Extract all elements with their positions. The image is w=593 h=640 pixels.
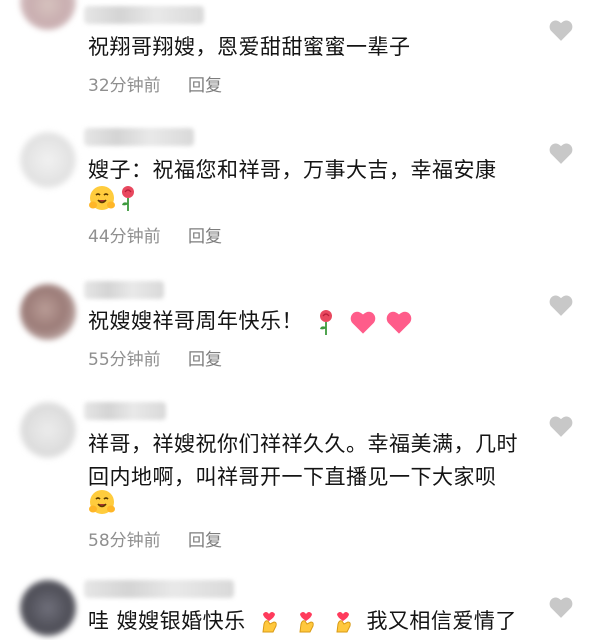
- finger-heart-emoji-icon: [294, 608, 318, 636]
- avatar[interactable]: [20, 402, 76, 458]
- username[interactable]: [84, 281, 164, 299]
- avatar[interactable]: [20, 284, 76, 340]
- hug-emoji-icon: [88, 488, 116, 516]
- comment-text-line: 祥哥，祥嫂祝你们祥祥久久。幸福美满，几时: [88, 432, 518, 456]
- username[interactable]: [84, 580, 234, 598]
- timestamp: 32分钟前: [88, 76, 161, 96]
- heart-emoji-icon: [385, 309, 413, 335]
- like-heart-icon[interactable]: [548, 414, 574, 438]
- comment-text: 嫂子：祝福您和祥哥，万事大吉，幸福安康: [88, 154, 523, 187]
- hug-emoji-icon: [88, 184, 116, 212]
- avatar[interactable]: [20, 0, 76, 30]
- comment-text: 祝翔哥翔嫂，恩爱甜甜蜜蜜一辈子: [88, 31, 523, 64]
- comment-feed: 祝翔哥翔嫂，恩爱甜甜蜜蜜一辈子 32分钟前 回复 嫂子：祝福您和祥哥，万事大吉，…: [0, 0, 593, 640]
- comment-meta: 44分钟前 回复: [88, 222, 222, 247]
- username[interactable]: [84, 128, 194, 146]
- rose-emoji-icon: [316, 308, 336, 336]
- avatar[interactable]: [20, 580, 76, 636]
- timestamp: 55分钟前: [88, 350, 161, 370]
- username[interactable]: [84, 402, 166, 420]
- timestamp: 44分钟前: [88, 227, 161, 247]
- finger-heart-emoji-icon: [331, 608, 355, 636]
- comment-text-line: 祝嫂嫂祥哥周年快乐！: [88, 309, 303, 333]
- reply-button[interactable]: 回复: [188, 350, 222, 370]
- like-heart-icon[interactable]: [548, 293, 574, 317]
- comment-text-tail: 我又相信爱情了: [366, 609, 517, 633]
- comment-text: 祝嫂嫂祥哥周年快乐！: [88, 305, 523, 338]
- reply-button[interactable]: 回复: [188, 531, 222, 551]
- rose-emoji-icon: [118, 184, 138, 212]
- comment-meta: 58分钟前 回复: [88, 526, 222, 551]
- comment-text: 哇 嫂嫂银婚快乐 我又相信爱情了: [88, 605, 523, 638]
- finger-heart-emoji-icon: [257, 608, 281, 636]
- comment-text-line: 嫂子：祝福您和祥哥，万事大吉，幸福安康: [88, 158, 497, 182]
- comment-meta: 32分钟前 回复: [88, 71, 222, 96]
- heart-emoji-icon: [349, 309, 377, 335]
- comment-text-line: 祝翔哥翔嫂，恩爱甜甜蜜蜜一辈子: [88, 35, 411, 59]
- comment-text: 祥哥，祥嫂祝你们祥祥久久。幸福美满，几时 回内地啊，叫祥哥开一下直播见一下大家呗: [88, 428, 523, 494]
- like-heart-icon[interactable]: [548, 141, 574, 165]
- avatar[interactable]: [20, 132, 76, 188]
- reply-button[interactable]: 回复: [188, 76, 222, 96]
- like-heart-icon[interactable]: [548, 18, 574, 42]
- comment-text-line: 哇 嫂嫂银婚快乐: [88, 609, 246, 633]
- reply-button[interactable]: 回复: [188, 227, 222, 247]
- username[interactable]: [84, 6, 204, 24]
- comment-text-line: 回内地啊，叫祥哥开一下直播见一下大家呗: [88, 465, 497, 489]
- emoji-row: [88, 183, 138, 213]
- timestamp: 58分钟前: [88, 531, 161, 551]
- like-heart-icon[interactable]: [548, 595, 574, 619]
- comment-meta: 55分钟前 回复: [88, 345, 222, 370]
- emoji-row: [88, 487, 116, 517]
